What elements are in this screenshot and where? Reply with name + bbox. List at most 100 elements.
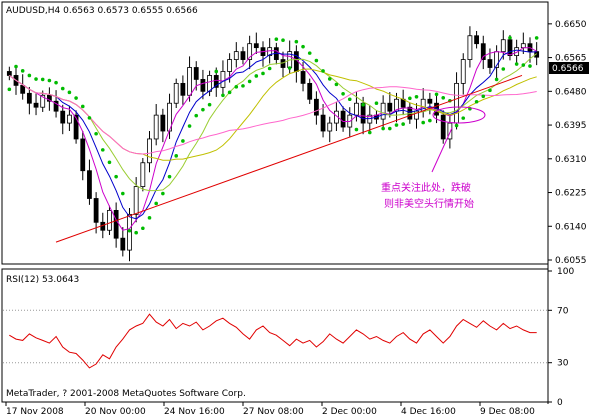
- rsi-title: RSI(12) 53.0643: [6, 275, 79, 285]
- sar-dot: [107, 160, 112, 165]
- x-tick-label: 9 Dec 08:00: [480, 407, 535, 417]
- sar-dot: [474, 99, 479, 104]
- sar-dot: [347, 97, 352, 102]
- candle-body: [354, 102, 359, 116]
- candle-body: [93, 198, 99, 223]
- x-tick-label: 27 Nov 08:00: [243, 407, 304, 417]
- y-axis: 0.66500.65650.64800.63950.63100.62250.61…: [548, 20, 587, 408]
- sar-dot: [60, 86, 65, 91]
- sar-dot: [67, 90, 72, 95]
- candle-body: [427, 98, 433, 104]
- sar-dot: [508, 35, 512, 40]
- sar-dot: [341, 92, 345, 96]
- x-tick-label: 17 Nov 2008: [6, 407, 64, 417]
- candle-body: [474, 35, 479, 45]
- sar-dot: [47, 78, 52, 83]
- sar-dot: [7, 87, 12, 92]
- sar-dot: [234, 85, 239, 89]
- candle-body: [467, 35, 473, 60]
- sar-dot: [100, 148, 105, 152]
- candle-body: [140, 162, 146, 187]
- sar-dot: [314, 58, 319, 63]
- x-tick-label: 4 Dec 16:00: [401, 407, 456, 417]
- candle-body: [313, 98, 319, 116]
- candle-body: [180, 82, 186, 96]
- candle-body: [133, 186, 139, 215]
- sar-dot: [181, 139, 185, 143]
- sar-dot: [20, 69, 25, 73]
- sar-dot: [54, 80, 58, 85]
- sar-dot: [241, 84, 245, 88]
- candle-body: [87, 170, 92, 199]
- candle-body: [193, 67, 199, 80]
- sar-dot: [301, 44, 305, 49]
- candle-body: [67, 114, 72, 124]
- sar-dot: [374, 101, 379, 106]
- candle-body: [187, 67, 192, 96]
- chart-title: AUDUSD,H4 0.6563 0.6573 0.6555 0.6566: [6, 6, 198, 16]
- sar-dot: [201, 107, 205, 112]
- sar-dot: [414, 94, 419, 99]
- x-tick-label: 24 Nov 16:00: [164, 407, 225, 417]
- sar-dot: [194, 113, 199, 118]
- sar-dot: [254, 74, 259, 78]
- sar-dot: [80, 104, 85, 109]
- candle-body: [387, 102, 393, 112]
- rsi-panel-frame: [1, 268, 549, 403]
- candle-body: [26, 92, 32, 104]
- candle-body: [253, 43, 259, 49]
- sar-dot: [294, 39, 299, 44]
- price-tick-label: 0.6395: [555, 121, 587, 131]
- sar-dot: [287, 66, 292, 70]
- sar-dot: [307, 51, 312, 55]
- sar-dot: [174, 154, 179, 158]
- sar-dot: [27, 73, 32, 78]
- price-tick-label: 0.6650: [555, 20, 587, 30]
- price-tick-label: 0.6480: [555, 87, 587, 97]
- sar-dot: [247, 79, 252, 84]
- annotation-line1: 重点关注此处，跌破: [381, 181, 471, 194]
- candle-body: [33, 102, 39, 108]
- candle-body: [320, 114, 326, 132]
- sar-dot: [114, 174, 118, 179]
- candle-body: [507, 39, 513, 56]
- sar-dot: [40, 77, 45, 82]
- sar-dot: [134, 230, 138, 235]
- sar-dot: [34, 77, 38, 81]
- sar-dot: [481, 94, 486, 99]
- candle-body: [460, 59, 466, 84]
- sar-dot: [454, 123, 459, 128]
- annotation-line2: 则非美空头行情开始: [384, 197, 474, 210]
- sar-dot: [514, 62, 519, 66]
- sar-dot: [214, 69, 219, 74]
- sar-dot: [127, 228, 132, 233]
- candle-body: [500, 39, 506, 53]
- candle-body: [380, 102, 386, 120]
- chart-root: 0.66500.65650.64800.63950.63100.62250.61…: [1, 1, 589, 417]
- sar-dot: [321, 69, 325, 73]
- candle-body: [107, 209, 112, 231]
- candle-body: [6, 71, 12, 76]
- copyright-text: MetaTrader, ? 2001-2008 MetaQuotes Softw…: [6, 389, 246, 399]
- sar-dot: [14, 64, 18, 69]
- sar-dot: [327, 77, 332, 81]
- price-tick-label: 0.6055: [555, 256, 587, 266]
- sar-dot: [207, 102, 212, 107]
- sar-dot: [267, 66, 272, 71]
- candle-body: [233, 51, 239, 60]
- candle-body: [153, 114, 159, 140]
- sar-dot: [281, 38, 285, 43]
- sar-dot: [261, 71, 265, 76]
- sar-dot: [421, 120, 425, 125]
- candle-body: [240, 51, 246, 60]
- candle-body: [440, 114, 446, 140]
- sar-dot: [227, 90, 232, 95]
- candle-body: [454, 82, 459, 124]
- sar-dot: [147, 216, 152, 220]
- sar-dot: [461, 116, 466, 120]
- candle-body: [120, 237, 126, 251]
- sar-dot: [381, 126, 385, 131]
- price-panel-frame: [1, 1, 549, 265]
- sar-dot: [94, 131, 98, 136]
- sar-dot: [528, 64, 532, 68]
